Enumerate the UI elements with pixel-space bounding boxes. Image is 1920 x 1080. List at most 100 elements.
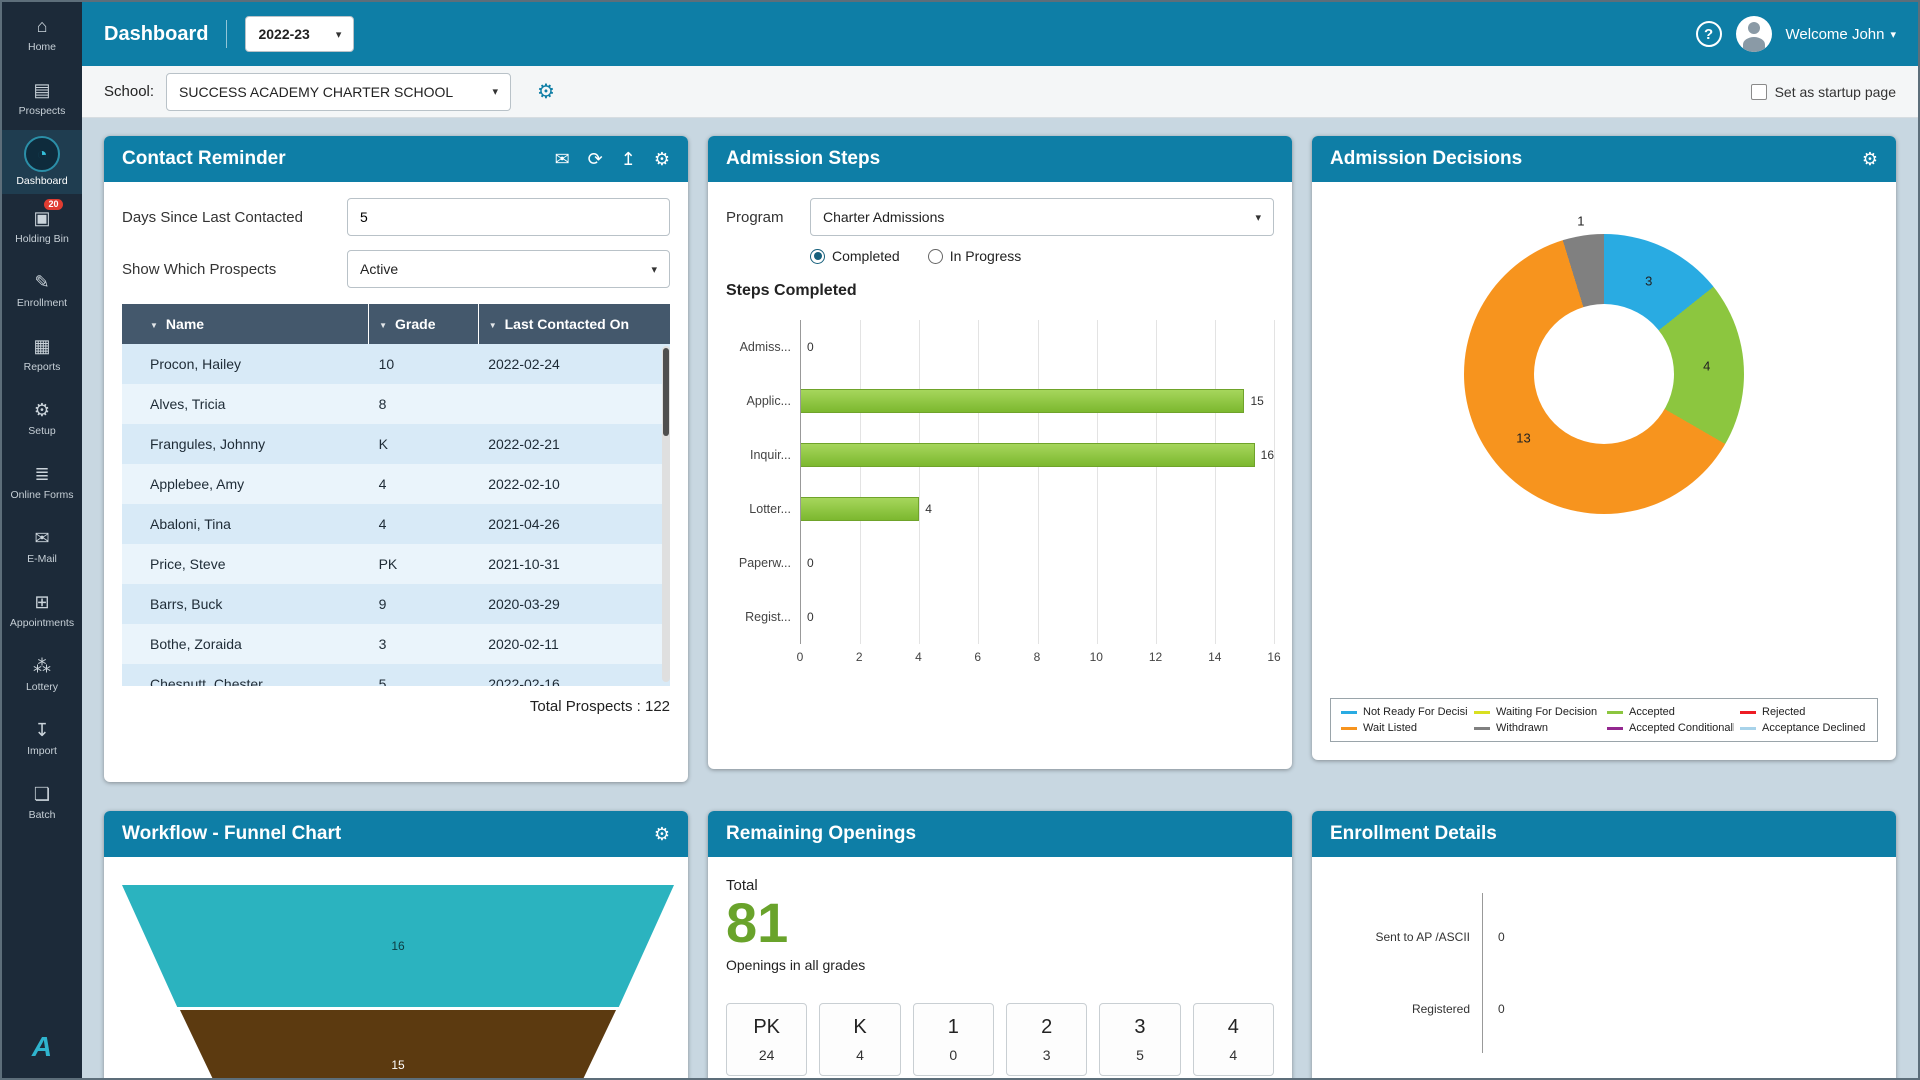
show-prospects-select[interactable]: Active ▾ [347, 250, 670, 288]
bar-value: 16 [1261, 448, 1274, 462]
user-menu[interactable]: Welcome John ▾ [1786, 26, 1896, 43]
appointments-icon: ⊞ [34, 590, 49, 614]
table-row[interactable]: Abaloni, Tina42021-04-26 [122, 504, 670, 544]
help-icon[interactable]: ? [1696, 21, 1722, 47]
table-row[interactable]: Frangules, JohnnyK2022-02-21 [122, 424, 670, 464]
column-header[interactable]: ▼Grade [369, 304, 479, 344]
school-bar: School: SUCCESS ACADEMY CHARTER SCHOOL ▾… [82, 66, 1918, 118]
days-since-input[interactable] [347, 198, 670, 236]
total-label: Total [726, 877, 1274, 894]
sidebar-item-holding-bin[interactable]: ▣20Holding Bin [2, 194, 82, 258]
table-row[interactable]: Chesnutt, Chester52022-02-16 [122, 664, 670, 686]
school-year-select[interactable]: 2022-23 ▾ [245, 16, 354, 52]
school-settings-icon[interactable]: ⚙ [537, 79, 555, 104]
dashboard-grid: Contact Reminder ✉⟳↥⚙ Days Since Last Co… [82, 118, 1918, 1078]
card-body: Total 81 Openings in all grades PK24K410… [708, 857, 1292, 1078]
x-tick: 4 [915, 650, 922, 664]
sidebar-item-enrollment[interactable]: ✎Enrollment [2, 258, 82, 322]
grade-opening-box[interactable]: 23 [1006, 1003, 1087, 1076]
sidebar-item-appointments[interactable]: ⊞Appointments [2, 578, 82, 642]
sidebar-item-online-forms[interactable]: ≣Online Forms [2, 450, 82, 514]
refresh-icon[interactable]: ⟳ [588, 149, 603, 170]
table-row[interactable]: Barrs, Buck92020-03-29 [122, 584, 670, 624]
grade-openings-count: 3 [1043, 1047, 1051, 1063]
table-cell: Alves, Tricia [122, 384, 369, 424]
bar-category-label: Lotter... [727, 502, 791, 516]
grade-opening-box[interactable]: 10 [913, 1003, 994, 1076]
sidebar-item-batch[interactable]: ❏Batch [2, 770, 82, 834]
batch-icon: ❏ [34, 782, 50, 806]
grade-opening-box[interactable]: PK24 [726, 1003, 807, 1076]
gridline [1274, 320, 1275, 644]
export-icon[interactable]: ↥ [621, 149, 636, 170]
scrollbar-thumb[interactable] [663, 348, 669, 436]
school-label: School: [104, 83, 154, 100]
settings-icon[interactable]: ⚙ [1862, 149, 1878, 170]
table-row[interactable]: Procon, Hailey102022-02-24 [122, 344, 670, 384]
scrollbar[interactable] [662, 346, 670, 682]
grade-opening-box[interactable]: 44 [1193, 1003, 1274, 1076]
reports-icon: ▦ [33, 334, 50, 358]
radio-in-progress[interactable]: In Progress [928, 248, 1022, 264]
sidebar-item-dashboard[interactable]: ◔Dashboard [2, 130, 82, 194]
sidebar-item-import[interactable]: ↧Import [2, 706, 82, 770]
legend-label: Withdrawn [1496, 722, 1548, 734]
funnel-segment[interactable]: 16 [122, 885, 674, 1007]
dashboard-icon: ◔ [24, 136, 60, 172]
chevron-down-icon: ▾ [1255, 211, 1261, 224]
donut[interactable] [1464, 234, 1744, 514]
enrollment-value: 0 [1498, 930, 1505, 944]
slice-value: 13 [1516, 431, 1530, 446]
radio-label: Completed [832, 248, 900, 264]
grade-openings-row: PK24K410233544 [726, 1003, 1274, 1076]
legend-swatch [1341, 711, 1357, 714]
card-title: Enrollment Details [1330, 823, 1497, 845]
total-openings-subtitle: Openings in all grades [726, 957, 1274, 973]
table-cell [478, 384, 670, 424]
card-body: Days Since Last Contacted Show Which Pro… [104, 182, 688, 782]
table-row[interactable]: Bothe, Zoraida32020-02-11 [122, 624, 670, 664]
settings-icon[interactable]: ⚙ [654, 824, 670, 845]
slice-value: 1 [1577, 213, 1584, 228]
column-header[interactable]: ▼Name [122, 304, 369, 344]
table-row[interactable]: Applebee, Amy42022-02-10 [122, 464, 670, 504]
bar[interactable] [801, 443, 1255, 467]
funnel-segment[interactable]: 15 [122, 1010, 674, 1078]
grade-opening-box[interactable]: K4 [819, 1003, 900, 1076]
mail-icon[interactable]: ✉ [555, 149, 570, 170]
chart-legend: Not Ready For DecisionWaiting For Decisi… [1330, 698, 1878, 742]
sidebar-item-setup[interactable]: ⚙Setup [2, 386, 82, 450]
home-icon: ⌂ [37, 14, 48, 38]
legend-label: Accepted Conditionally [1629, 722, 1734, 734]
filter-icon[interactable]: ▼ [379, 321, 387, 330]
filter-icon[interactable]: ▼ [489, 321, 497, 330]
bar[interactable] [801, 389, 1244, 413]
program-select[interactable]: Charter Admissions ▾ [810, 198, 1274, 236]
lottery-icon: ⁂ [33, 654, 51, 678]
card-title: Admission Steps [726, 148, 880, 170]
filter-icon[interactable]: ▼ [150, 321, 158, 330]
startup-page-checkbox[interactable] [1751, 84, 1767, 100]
sidebar-item-reports[interactable]: ▦Reports [2, 322, 82, 386]
sidebar-item-lottery[interactable]: ⁂Lottery [2, 642, 82, 706]
bar[interactable] [801, 497, 919, 521]
sidebar-item-label: E-Mail [27, 554, 57, 566]
chevron-down-icon: ▾ [651, 263, 657, 276]
app-logo[interactable]: A [2, 1016, 82, 1078]
sidebar-item-email[interactable]: ✉E-Mail [2, 514, 82, 578]
slice-value: 3 [1645, 274, 1652, 289]
table-cell: Chesnutt, Chester [122, 664, 369, 686]
settings-icon[interactable]: ⚙ [654, 149, 670, 170]
table-row[interactable]: Alves, Tricia8 [122, 384, 670, 424]
school-select[interactable]: SUCCESS ACADEMY CHARTER SCHOOL ▾ [166, 73, 511, 111]
holding-bin-badge: 20 [44, 199, 62, 210]
sidebar-item-prospects[interactable]: ▤Prospects [2, 66, 82, 130]
table-row[interactable]: Price, StevePK2021-10-31 [122, 544, 670, 584]
avatar[interactable] [1736, 16, 1772, 52]
column-header[interactable]: ▼Last Contacted On [478, 304, 670, 344]
grade-opening-box[interactable]: 35 [1099, 1003, 1180, 1076]
sidebar-item-home[interactable]: ⌂Home [2, 2, 82, 66]
radio-completed[interactable]: Completed [810, 248, 900, 264]
legend-item: Not Ready For Decision [1341, 706, 1468, 718]
card-enrollment-details: Enrollment Details Sent to AP /ASCII0Reg… [1312, 811, 1896, 1078]
